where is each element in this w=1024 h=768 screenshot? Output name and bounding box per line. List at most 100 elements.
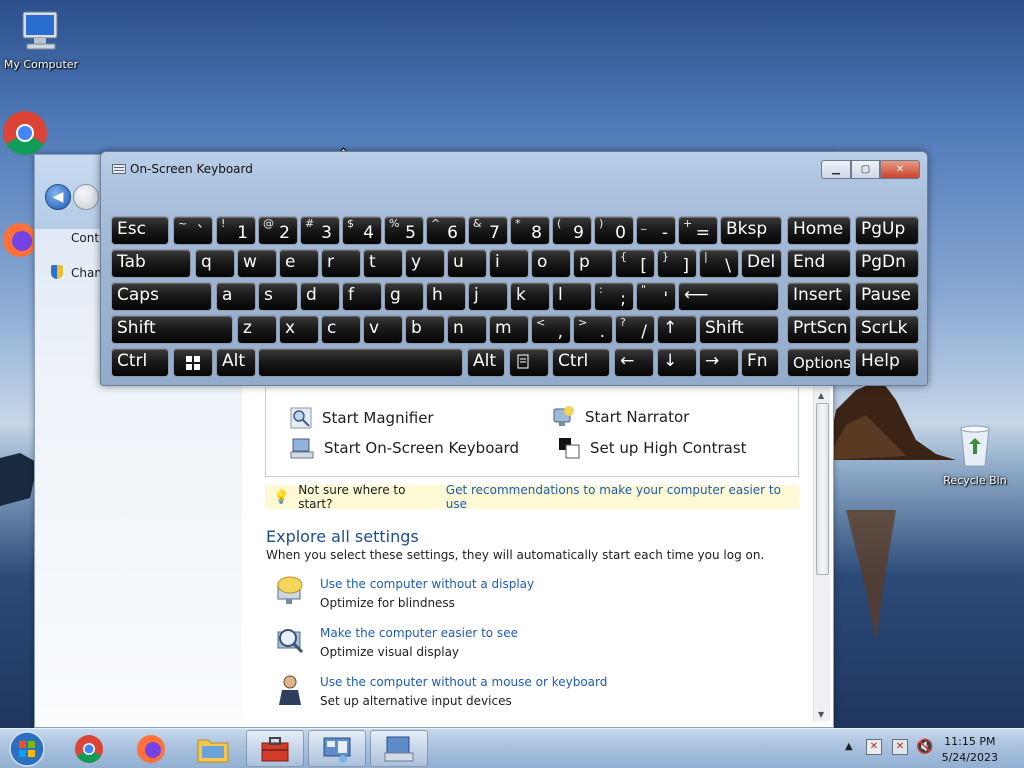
key-minus[interactable]: _ - <box>636 216 676 245</box>
start-magnifier-link[interactable]: Start Magnifier <box>290 407 434 429</box>
setting-link[interactable]: Make the computer easier to see <box>320 624 518 642</box>
key-d5[interactable]: % 5 <box>384 216 424 245</box>
maximize-button[interactable]: ▢ <box>851 160 880 179</box>
key-insert[interactable]: Insert <box>787 282 851 311</box>
scroll-up-icon[interactable]: ▲ <box>818 391 824 400</box>
key-g[interactable]: g <box>384 282 424 311</box>
my-computer-desktop-icon[interactable]: My Computer <box>0 8 82 71</box>
key-slash[interactable]: ? / <box>615 315 655 344</box>
taskbar-chrome[interactable] <box>60 730 118 767</box>
key-d9[interactable]: (9 <box>552 216 592 245</box>
network-icon[interactable]: ✕ <box>892 739 908 755</box>
key-pgup[interactable]: PgUp <box>855 216 919 245</box>
key-pgdn[interactable]: PgDn <box>855 249 919 278</box>
back-button[interactable]: ◀ <box>45 184 71 210</box>
key-fn[interactable]: Fn <box>741 348 779 377</box>
key-down[interactable]: ↓ <box>657 348 697 377</box>
key-quote[interactable]: " ' <box>636 282 676 311</box>
key-v[interactable]: v <box>363 315 403 344</box>
key-k[interactable]: k <box>510 282 550 311</box>
key-s[interactable]: s <box>258 282 298 311</box>
key-o[interactable]: o <box>531 249 571 278</box>
key-grave[interactable]: ~ ` <box>173 216 213 245</box>
start-osk-link[interactable]: Start On-Screen Keyboard <box>290 437 519 459</box>
forward-button[interactable] <box>73 184 99 210</box>
key-d2[interactable]: @2 <box>258 216 298 245</box>
key-y[interactable]: y <box>405 249 445 278</box>
key-caps[interactable]: Caps <box>111 282 212 311</box>
key-enter[interactable]: ⟵ <box>678 282 779 311</box>
key-ctrl-l[interactable]: Ctrl <box>111 348 169 377</box>
show-hidden-icons[interactable]: ▲ <box>845 741 853 752</box>
key-help[interactable]: Help <box>855 348 919 377</box>
key-u[interactable]: u <box>447 249 487 278</box>
key-home[interactable]: Home <box>787 216 851 245</box>
volume-icon[interactable]: 🔇 <box>916 739 933 755</box>
setting-link[interactable]: Use the computer without a display <box>320 575 534 593</box>
key-f[interactable]: f <box>342 282 382 311</box>
key-d4[interactable]: $4 <box>342 216 382 245</box>
key-options[interactable]: Options <box>787 348 851 377</box>
start-button[interactable] <box>2 730 52 767</box>
recommendations-link[interactable]: Get recommendations to make your compute… <box>446 483 799 511</box>
key-semicolon[interactable]: :; <box>594 282 634 311</box>
key-up[interactable]: ↑ <box>657 315 697 344</box>
key-c[interactable]: c <box>321 315 361 344</box>
taskbar-explorer[interactable] <box>184 730 242 767</box>
key-del[interactable]: Del <box>741 249 782 278</box>
key-p[interactable]: p <box>573 249 613 278</box>
taskbar-osk[interactable] <box>370 730 428 767</box>
key-i[interactable]: i <box>489 249 529 278</box>
key-w[interactable]: w <box>237 249 277 278</box>
key-tab[interactable]: Tab <box>111 249 191 278</box>
key-n[interactable]: n <box>447 315 487 344</box>
key-bksp[interactable]: Bksp <box>720 216 782 245</box>
key-d[interactable]: d <box>300 282 340 311</box>
key-end[interactable]: End <box>787 249 851 278</box>
key-space[interactable] <box>258 348 463 377</box>
key-z[interactable]: z <box>237 315 277 344</box>
key-alt-l[interactable]: Alt <box>216 348 256 377</box>
key-l[interactable]: l <box>552 282 592 311</box>
key-r[interactable]: r <box>321 249 361 278</box>
left-link-change[interactable]: Chan <box>71 266 102 280</box>
key-d7[interactable]: & 7 <box>468 216 508 245</box>
clock[interactable]: 11:15 PM 5/24/2023 <box>942 734 998 766</box>
close-button[interactable]: ✕ <box>880 160 920 179</box>
key-m[interactable]: m <box>489 315 529 344</box>
scrollbar-thumb[interactable] <box>816 403 829 575</box>
key-shift-l[interactable]: Shift <box>111 315 233 344</box>
key-x[interactable]: x <box>279 315 319 344</box>
key-d8[interactable]: * 8 <box>510 216 550 245</box>
key-comma[interactable]: <, <box>531 315 571 344</box>
key-prtscn[interactable]: PrtScn <box>787 315 851 344</box>
high-contrast-link[interactable]: Set up High Contrast <box>558 437 747 459</box>
key-alt-r[interactable]: Alt <box>467 348 505 377</box>
key-lbracket[interactable]: {[ <box>615 249 655 278</box>
key-shift-r[interactable]: Shift <box>699 315 779 344</box>
taskbar-firefox[interactable] <box>122 730 180 767</box>
key-d0[interactable]: ) 0 <box>594 216 634 245</box>
key-right[interactable]: → <box>699 348 739 377</box>
key-q[interactable]: q <box>195 249 235 278</box>
key-e[interactable]: e <box>279 249 319 278</box>
action-center-icon[interactable]: ✕ <box>866 739 882 755</box>
key-rbracket[interactable]: }] <box>657 249 697 278</box>
key-d6[interactable]: ^ 6 <box>426 216 466 245</box>
key-pause[interactable]: Pause <box>855 282 919 311</box>
key-a[interactable]: a <box>216 282 256 311</box>
key-b[interactable]: b <box>405 315 445 344</box>
key-scrlk[interactable]: ScrLk <box>855 315 919 344</box>
key-d1[interactable]: ! 1 <box>216 216 256 245</box>
key-backslash[interactable]: | \ <box>699 249 739 278</box>
recycle-bin-desktop-icon[interactable]: Recycle Bin <box>934 422 1016 487</box>
minimize-button[interactable]: ▁ <box>821 160 851 179</box>
setting-link[interactable]: Use the computer without a mouse or keyb… <box>320 673 607 691</box>
key-left[interactable]: ← <box>614 348 654 377</box>
key-period[interactable]: >. <box>573 315 613 344</box>
key-win[interactable] <box>173 348 213 377</box>
key-ctrl-r[interactable]: Ctrl <box>552 348 610 377</box>
start-narrator-link[interactable]: Start Narrator <box>551 405 689 429</box>
key-esc[interactable]: Esc <box>111 216 169 245</box>
key-h[interactable]: h <box>426 282 466 311</box>
